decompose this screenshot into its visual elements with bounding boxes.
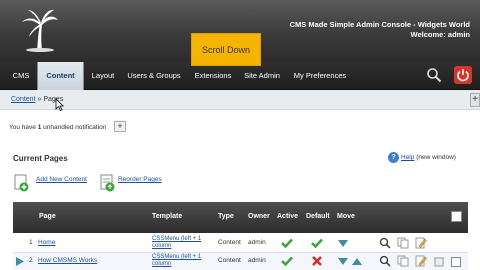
breadcrumb-separator: » bbox=[37, 96, 42, 103]
breadcrumb-bar: Content » Pages bbox=[0, 90, 480, 110]
row-checkbox[interactable] bbox=[451, 257, 461, 267]
type-value: Content bbox=[218, 239, 241, 246]
table-row: 1 Home CSSMenu (left + 1 column Content … bbox=[13, 235, 468, 253]
template-link[interactable]: CSSMenu (left + 1 column bbox=[152, 254, 208, 268]
logout-button[interactable] bbox=[454, 66, 472, 84]
page-link[interactable]: Home bbox=[38, 239, 55, 246]
site-title: CMS Made Simple Admin Console - Widgets … bbox=[289, 20, 470, 29]
add-new-content-link[interactable]: Add New Content bbox=[36, 176, 87, 183]
copy-icon[interactable] bbox=[397, 237, 409, 249]
nav-my-preferences[interactable]: My Preferences bbox=[290, 62, 350, 90]
delete-icon[interactable] bbox=[433, 255, 445, 267]
col-default[interactable]: Default bbox=[306, 213, 330, 220]
reorder-pages-icon[interactable] bbox=[99, 174, 115, 192]
site-title-block: CMS Made Simple Admin Console - Widgets … bbox=[290, 20, 470, 40]
select-all-checkbox[interactable] bbox=[451, 211, 462, 222]
default-check-icon[interactable] bbox=[311, 237, 323, 249]
welcome-user: Welcome: admin bbox=[410, 30, 470, 39]
nav-site-admin[interactable]: Site Admin bbox=[242, 62, 282, 90]
add-content-icon[interactable] bbox=[13, 174, 29, 192]
edit-icon[interactable] bbox=[415, 255, 427, 267]
notification-text: You have 1 unhandled notification bbox=[9, 124, 106, 131]
nav-layout[interactable]: Layout bbox=[86, 62, 120, 90]
owner-value: admin bbox=[248, 257, 266, 264]
copy-icon[interactable] bbox=[397, 255, 409, 267]
nav-content[interactable]: Content bbox=[37, 62, 84, 90]
nav-users-groups[interactable]: Users & Groups bbox=[124, 62, 184, 90]
move-up-icon[interactable] bbox=[351, 255, 363, 267]
scroll-down-tooltip: Scroll Down bbox=[191, 33, 261, 66]
view-icon[interactable] bbox=[379, 237, 391, 249]
move-down-icon[interactable] bbox=[337, 237, 349, 249]
pages-table-header: Page Template Type Owner Active Default … bbox=[13, 202, 468, 233]
nav-extensions[interactable]: Extensions bbox=[190, 62, 236, 90]
row-number: 1 bbox=[29, 239, 33, 246]
view-icon[interactable] bbox=[379, 255, 391, 267]
reorder-pages-link[interactable]: Reorder Pages bbox=[118, 176, 162, 183]
owner-value: admin bbox=[248, 239, 266, 246]
table-row: 2 How CMSMS Works CSSMenu (left + 1 colu… bbox=[13, 253, 468, 270]
active-check-icon[interactable] bbox=[281, 237, 293, 249]
page-title: Current Pages bbox=[13, 154, 68, 163]
active-check-icon[interactable] bbox=[281, 255, 293, 267]
mouse-cursor-icon bbox=[55, 98, 64, 111]
row-number: 2 bbox=[29, 257, 33, 264]
help-icon[interactable]: ? bbox=[388, 152, 399, 163]
help-link[interactable]: Help bbox=[401, 154, 414, 161]
main-nav: CMS Content Layout Users & Groups Extens… bbox=[0, 62, 480, 90]
not-default-cross-icon[interactable] bbox=[311, 255, 323, 267]
notification-prefix: You have bbox=[9, 124, 38, 131]
page-link[interactable]: How CMSMS Works bbox=[38, 257, 97, 264]
template-link[interactable]: CSSMenu (left + 1 column bbox=[152, 236, 208, 250]
help-link-block: ? Help (new window) bbox=[388, 152, 456, 163]
col-move[interactable]: Move bbox=[337, 213, 355, 220]
power-icon bbox=[457, 69, 469, 82]
notification-suffix: unhandled notification bbox=[41, 124, 107, 131]
col-active[interactable]: Active bbox=[277, 213, 298, 220]
expand-notifications-button[interactable]: + bbox=[114, 121, 126, 132]
help-note: (new window) bbox=[416, 154, 456, 162]
col-type[interactable]: Type bbox=[218, 213, 234, 220]
search-icon[interactable] bbox=[426, 67, 442, 83]
row-pointer-icon bbox=[16, 257, 24, 266]
move-down-icon[interactable] bbox=[337, 255, 349, 267]
expand-sidebar-button[interactable]: + bbox=[470, 93, 480, 107]
tooltip-text: Scroll Down bbox=[201, 44, 250, 55]
nav-cms[interactable]: CMS bbox=[6, 62, 36, 90]
edit-icon[interactable] bbox=[415, 237, 427, 249]
col-page[interactable]: Page bbox=[39, 213, 56, 220]
col-owner[interactable]: Owner bbox=[248, 213, 270, 220]
col-template[interactable]: Template bbox=[152, 213, 182, 220]
palm-tree-logo bbox=[22, 9, 58, 52]
breadcrumb-content-link[interactable]: Content bbox=[11, 96, 36, 103]
type-value: Content bbox=[218, 257, 241, 264]
